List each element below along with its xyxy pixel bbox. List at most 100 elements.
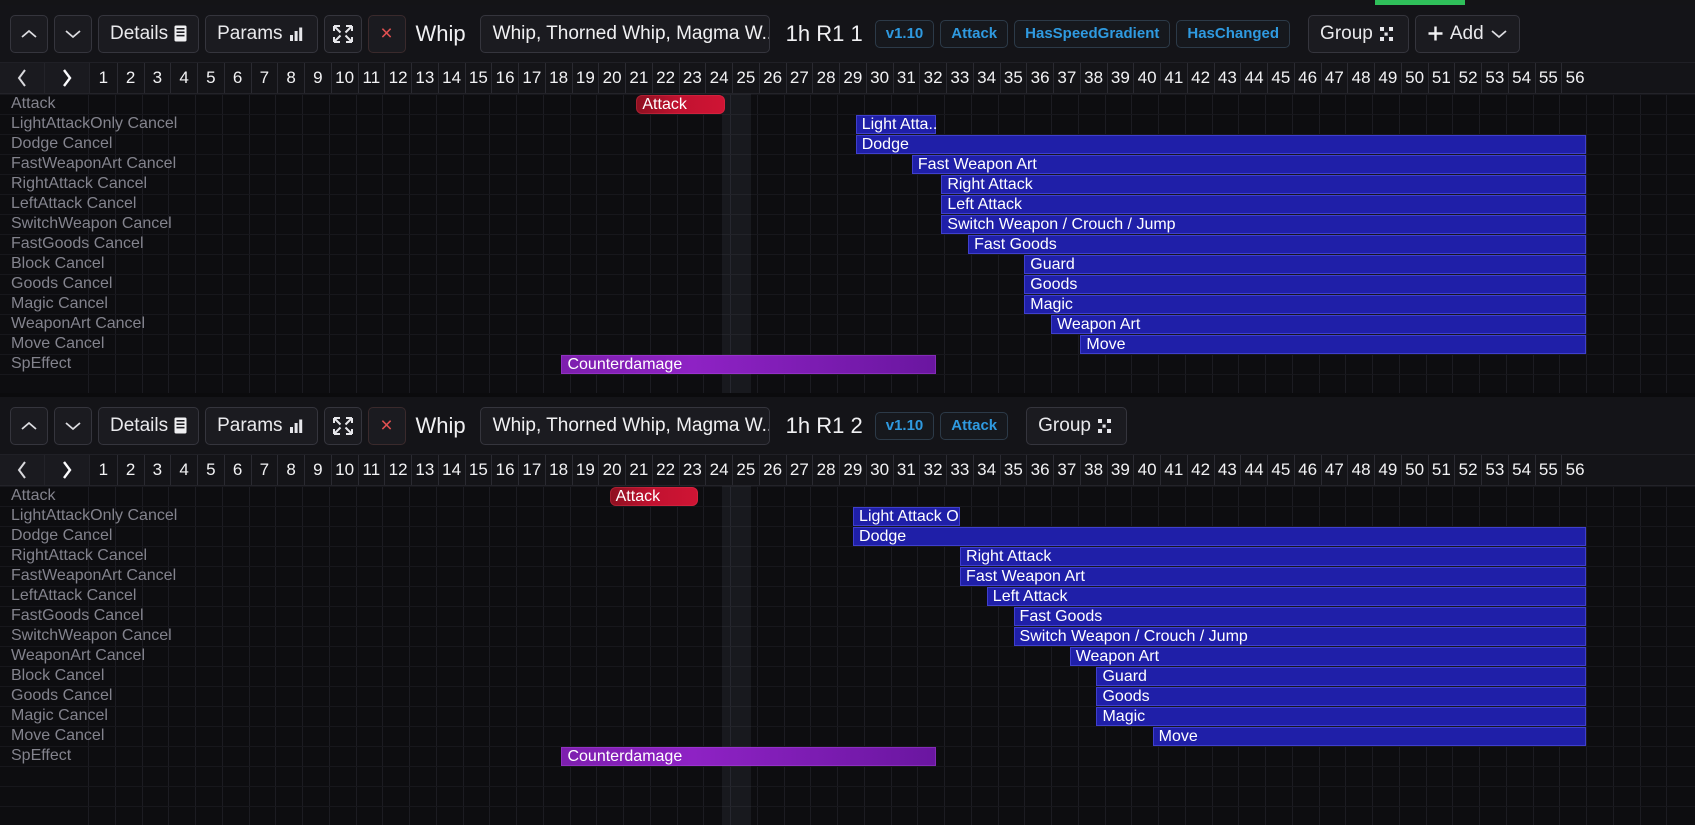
close-panel-button[interactable]: × bbox=[367, 14, 406, 53]
track-row[interactable]: Magic Cancel Magic bbox=[0, 294, 1695, 314]
ruler-frame-50[interactable]: 50 bbox=[1400, 63, 1428, 93]
ruler-frame-39[interactable]: 39 bbox=[1106, 63, 1134, 93]
ruler-frame-45[interactable]: 45 bbox=[1267, 455, 1294, 485]
ruler-frame-15[interactable]: 15 bbox=[464, 455, 492, 485]
track-row[interactable]: SwitchWeapon Cancel Switch Weapon / Crouc… bbox=[0, 214, 1695, 234]
ruler-frame-40[interactable]: 40 bbox=[1133, 455, 1160, 485]
ruler-frame-5[interactable]: 5 bbox=[197, 455, 224, 485]
ruler-next-button[interactable] bbox=[45, 455, 90, 485]
ruler-frame-49[interactable]: 49 bbox=[1374, 63, 1401, 93]
ruler-frame-30[interactable]: 30 bbox=[865, 455, 893, 485]
ruler-frame-19[interactable]: 19 bbox=[571, 455, 599, 485]
timeline-bar[interactable]: Right Attack bbox=[941, 175, 1586, 194]
ruler-frame-6[interactable]: 6 bbox=[223, 455, 251, 485]
params-button[interactable]: Params bbox=[205, 14, 318, 53]
ruler-frame-1[interactable]: 1 bbox=[90, 455, 117, 485]
move-up-button[interactable] bbox=[10, 14, 48, 53]
ruler-frame-10[interactable]: 10 bbox=[330, 455, 358, 485]
ruler-frame-6[interactable]: 6 bbox=[223, 63, 251, 93]
ruler-prev-button[interactable] bbox=[0, 455, 45, 485]
timeline-bar[interactable]: Counterdamage bbox=[561, 355, 936, 374]
ruler-frame-47[interactable]: 47 bbox=[1320, 63, 1348, 93]
track-row[interactable]: LightAttackOnly Cancel Light Atta... bbox=[0, 114, 1695, 134]
track-row[interactable]: FastWeaponArt Cancel Fast Weapon Art bbox=[0, 566, 1695, 586]
ruler-frame-31[interactable]: 31 bbox=[892, 455, 920, 485]
timeline-bar[interactable]: Goods bbox=[1096, 687, 1586, 706]
ruler-frame-17[interactable]: 17 bbox=[518, 455, 545, 485]
collapse-button[interactable] bbox=[323, 14, 362, 53]
ruler-frame-28[interactable]: 28 bbox=[812, 63, 839, 93]
timeline-bar[interactable]: Magic bbox=[1024, 295, 1586, 314]
timeline-bar[interactable]: Guard bbox=[1024, 255, 1586, 274]
ruler-frame-44[interactable]: 44 bbox=[1240, 63, 1267, 93]
timeline-bar[interactable]: Move bbox=[1152, 727, 1586, 746]
move-down-button[interactable] bbox=[54, 14, 92, 53]
ruler-frame-17[interactable]: 17 bbox=[518, 63, 545, 93]
track-row[interactable]: Goods Cancel Goods bbox=[0, 686, 1695, 706]
ruler-frame-55[interactable]: 55 bbox=[1534, 455, 1562, 485]
ruler-frame-48[interactable]: 48 bbox=[1347, 63, 1374, 93]
timeline-bar[interactable]: Light Atta... bbox=[855, 115, 936, 134]
track-row[interactable]: Move Cancel Move bbox=[0, 726, 1695, 746]
ruler-frame-8[interactable]: 8 bbox=[277, 455, 304, 485]
ruler-frame-55[interactable]: 55 bbox=[1534, 63, 1562, 93]
ruler-frame-23[interactable]: 23 bbox=[678, 455, 706, 485]
ruler-frame-32[interactable]: 32 bbox=[919, 63, 946, 93]
ruler-frame-30[interactable]: 30 bbox=[865, 63, 893, 93]
ruler-frame-20[interactable]: 20 bbox=[598, 63, 625, 93]
ruler-frame-48[interactable]: 48 bbox=[1347, 455, 1374, 485]
ruler-frame-56[interactable]: 56 bbox=[1561, 63, 1588, 93]
ruler-frame-14[interactable]: 14 bbox=[437, 455, 465, 485]
ruler-frame-24[interactable]: 24 bbox=[705, 63, 732, 93]
track-row[interactable]: Block Cancel Guard bbox=[0, 254, 1695, 274]
ruler-frame-5[interactable]: 5 bbox=[197, 63, 224, 93]
ruler-frame-41[interactable]: 41 bbox=[1160, 455, 1187, 485]
details-button[interactable]: Details bbox=[98, 14, 200, 53]
params-button[interactable]: Params bbox=[205, 406, 318, 445]
ruler-frame-43[interactable]: 43 bbox=[1213, 455, 1241, 485]
ruler-frame-42[interactable]: 42 bbox=[1186, 63, 1214, 93]
ruler-frame-21[interactable]: 21 bbox=[625, 455, 652, 485]
ruler-frame-27[interactable]: 27 bbox=[785, 455, 813, 485]
ruler-frame-31[interactable]: 31 bbox=[892, 63, 920, 93]
ruler-frame-56[interactable]: 56 bbox=[1561, 455, 1588, 485]
ruler-frame-11[interactable]: 11 bbox=[357, 455, 385, 485]
ruler-frame-33[interactable]: 33 bbox=[946, 63, 973, 93]
ruler-frame-35[interactable]: 35 bbox=[999, 455, 1027, 485]
collapse-button[interactable] bbox=[323, 406, 362, 445]
timeline-bar[interactable]: Left Attack bbox=[986, 587, 1586, 606]
ruler-frame-47[interactable]: 47 bbox=[1320, 455, 1348, 485]
ruler-frame-54[interactable]: 54 bbox=[1507, 63, 1535, 93]
ruler-frame-36[interactable]: 36 bbox=[1026, 455, 1053, 485]
track-row[interactable]: WeaponArt Cancel Weapon Art bbox=[0, 314, 1695, 334]
track-row[interactable]: Block Cancel Guard bbox=[0, 666, 1695, 686]
group-button[interactable]: Group bbox=[1308, 14, 1409, 53]
ruler-frame-24[interactable]: 24 bbox=[705, 455, 732, 485]
timeline-bar[interactable]: Magic bbox=[1096, 707, 1586, 726]
ruler-frame-21[interactable]: 21 bbox=[625, 63, 652, 93]
badge-hasspeedgradient[interactable]: HasSpeedGradient bbox=[1014, 19, 1171, 48]
ruler-frame-25[interactable]: 25 bbox=[732, 63, 759, 93]
track-row[interactable]: Goods Cancel Goods bbox=[0, 274, 1695, 294]
ruler-frame-11[interactable]: 11 bbox=[357, 63, 385, 93]
ruler-frame-20[interactable]: 20 bbox=[598, 455, 625, 485]
ruler-frame-25[interactable]: 25 bbox=[732, 455, 759, 485]
badge-attack[interactable]: Attack bbox=[940, 19, 1009, 48]
ruler-frame-12[interactable]: 12 bbox=[384, 63, 411, 93]
ruler-frame-13[interactable]: 13 bbox=[411, 63, 438, 93]
ruler-frame-1[interactable]: 1 bbox=[90, 63, 117, 93]
ruler-prev-button[interactable] bbox=[0, 63, 45, 93]
timeline-bar[interactable]: Attack bbox=[609, 487, 698, 506]
ruler-frame-29[interactable]: 29 bbox=[839, 63, 866, 93]
track-row[interactable]: SwitchWeapon Cancel Switch Weapon / Crouc… bbox=[0, 626, 1695, 646]
ruler-frame-16[interactable]: 16 bbox=[491, 455, 518, 485]
ruler-frame-37[interactable]: 37 bbox=[1053, 63, 1080, 93]
track-row[interactable]: Dodge Cancel Dodge bbox=[0, 526, 1695, 546]
track-row[interactable]: RightAttack Cancel Right Attack bbox=[0, 546, 1695, 566]
timeline-bar[interactable]: Fast Weapon Art bbox=[911, 155, 1586, 174]
ruler-frame-7[interactable]: 7 bbox=[250, 455, 278, 485]
ruler-frame-37[interactable]: 37 bbox=[1053, 455, 1080, 485]
ruler-frame-18[interactable]: 18 bbox=[544, 63, 572, 93]
badge-haschanged[interactable]: HasChanged bbox=[1176, 19, 1291, 48]
timeline-bar[interactable]: Goods bbox=[1024, 275, 1586, 294]
